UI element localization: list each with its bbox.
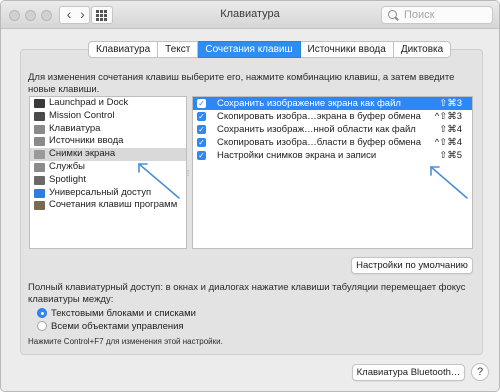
help-button[interactable]: ? [471, 363, 489, 381]
screenshot-icon [34, 150, 45, 160]
search-field[interactable]: Поиск [381, 6, 493, 24]
category-item[interactable]: Службы [30, 161, 186, 174]
shortcut-label: Сохранить изображ…нной области как файл [217, 124, 416, 135]
shortcut-label: Скопировать изобра…экрана в буфер обмена [217, 111, 421, 122]
radio-label: Текстовыми блоками и списками [51, 308, 196, 319]
category-item[interactable]: Mission Control [30, 110, 186, 123]
split-handle-icon[interactable]: ⁞ [187, 169, 191, 178]
shortcut-checkbox[interactable]: ✓ [197, 112, 206, 121]
shortcut-row[interactable]: ✓ Сохранить изображ…нной области как файл… [193, 123, 472, 136]
tab-1[interactable]: Текст [158, 41, 199, 58]
bluetooth-keyboard-button[interactable]: Клавиатура Bluetooth… [352, 364, 465, 381]
category-label: Клавиатура [49, 122, 101, 134]
category-item[interactable]: Launchpad и Dock [30, 97, 186, 110]
shortcut-checkbox[interactable]: ✓ [197, 99, 206, 108]
category-item[interactable]: Сочетания клавиш программ [30, 199, 186, 212]
search-placeholder: Поиск [404, 9, 435, 21]
tab-4[interactable]: Диктовка [393, 41, 452, 58]
shortcut-keys[interactable]: ^⇧⌘3 [435, 110, 462, 123]
instructions-text: Для изменения сочетания клавиш выберите … [28, 72, 455, 95]
spotlight-icon [34, 175, 45, 185]
shortcut-row[interactable]: ✓ Сохранить изображение экрана как файл ⇧⌘… [193, 97, 472, 110]
category-item[interactable]: Универсальный доступ [30, 187, 186, 200]
shortcut-keys[interactable]: ⇧⌘4 [439, 123, 462, 136]
radio-button-selected[interactable] [37, 308, 47, 318]
category-label: Mission Control [49, 109, 115, 121]
category-label: Универсальный доступ [49, 186, 152, 198]
full-keyboard-access-text: Полный клавиатурный доступ: в окнах и ди… [28, 282, 466, 305]
keyboard-preferences-window: ‹ › Клавиатура Поиск Клавиатура Текст Соче… [0, 0, 500, 392]
title-bar: ‹ › Клавиатура Поиск [1, 1, 499, 29]
shortcut-label: Сохранить изображение экрана как файл [217, 98, 401, 109]
category-list[interactable]: Launchpad и Dock Mission Control Клавиатур… [29, 96, 187, 249]
category-item[interactable]: Источники ввода [30, 135, 186, 148]
category-item[interactable]: Spotlight [30, 174, 186, 187]
shortcut-label: Скопировать изобра…бласти в буфер обмена [217, 137, 422, 148]
launchpad-dock-icon [34, 99, 45, 108]
category-label: Сочетания клавиш программ [49, 199, 178, 211]
shortcut-checkbox[interactable]: ✓ [197, 151, 206, 160]
shortcut-keys[interactable]: ⇧⌘3 [439, 97, 462, 110]
shortcut-row[interactable]: ✓ Скопировать изобра…экрана в буфер обмен… [193, 110, 472, 123]
category-item[interactable]: Снимки экрана [30, 148, 186, 161]
shortcut-checkbox[interactable]: ✓ [197, 138, 206, 147]
shortcut-row[interactable]: ✓ Настройки снимков экрана и записи ⇧⌘5 [193, 149, 472, 162]
shortcut-keys[interactable]: ⇧⌘5 [439, 149, 462, 162]
control-f7-hint: Нажмите Control+F7 для изменения этой на… [28, 337, 223, 346]
category-label: Службы [49, 160, 85, 172]
accessibility-icon [34, 188, 45, 198]
category-label: Launchpad и Dock [49, 97, 129, 108]
category-item[interactable]: Клавиатура [30, 123, 186, 136]
radio-label: Всеми объектами управления [51, 321, 184, 332]
keyboard-icon [34, 124, 45, 134]
input-sources-icon [34, 137, 45, 147]
category-label: Снимки экрана [49, 148, 116, 160]
category-label: Spotlight [49, 173, 86, 185]
shortcut-keys[interactable]: ^⇧⌘4 [435, 136, 462, 149]
shortcut-checkbox[interactable]: ✓ [197, 125, 206, 134]
services-gear-icon [34, 162, 45, 172]
category-label: Источники ввода [49, 135, 124, 147]
tab-2[interactable]: Сочетания клавиш [198, 41, 301, 58]
app-shortcuts-icon [34, 201, 45, 211]
shortcut-list[interactable]: ✓ Сохранить изображение экрана как файл ⇧⌘… [192, 96, 473, 249]
search-icon [388, 10, 397, 19]
shortcut-label: Настройки снимков экрана и записи [217, 150, 377, 161]
shortcut-row[interactable]: ✓ Скопировать изобра…бласти в буфер обмен… [193, 136, 472, 149]
radio-button[interactable] [37, 321, 47, 331]
tab-bar: Клавиатура Текст Сочетания клавиш Источники… [88, 41, 452, 58]
mission-control-icon [34, 111, 45, 121]
tab-3[interactable]: Источники ввода [300, 41, 394, 58]
tab-0[interactable]: Клавиатура [88, 41, 159, 58]
restore-defaults-button[interactable]: Настройки по умолчанию [351, 257, 473, 274]
